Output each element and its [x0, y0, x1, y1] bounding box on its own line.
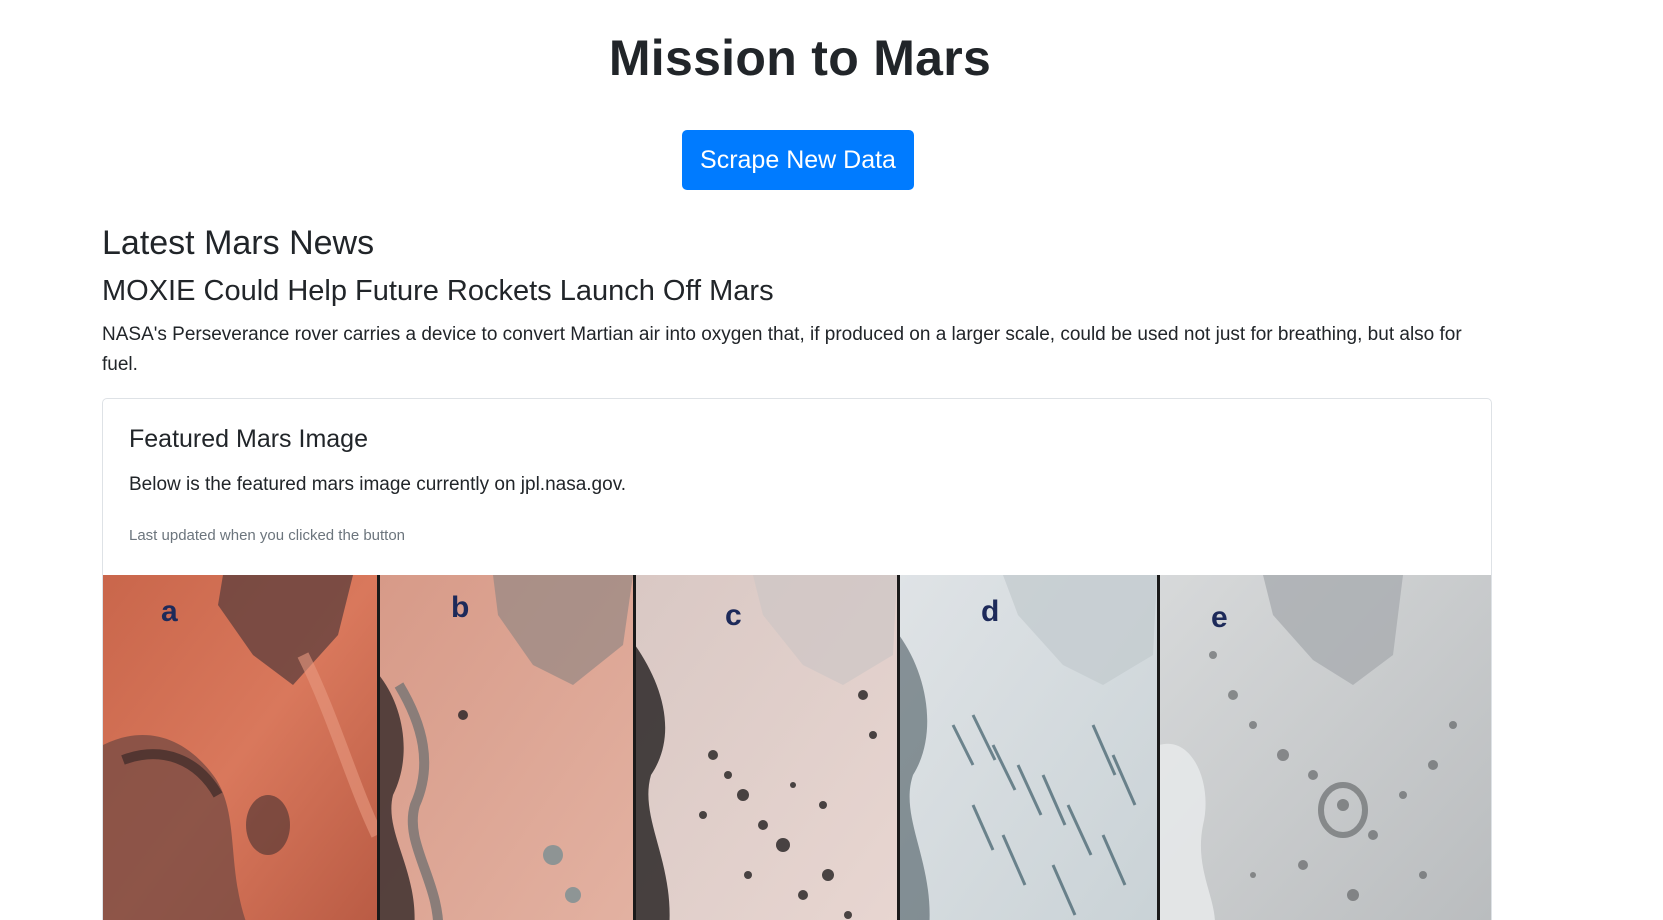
- panel-label-c: c: [725, 599, 742, 632]
- news-title: MOXIE Could Help Future Rockets Launch O…: [102, 275, 774, 307]
- image-panel-e: [1159, 575, 1491, 920]
- featured-image-card-text: Below is the featured mars image current…: [129, 474, 627, 495]
- image-panel-c: [635, 575, 897, 920]
- image-panel-b: [379, 575, 633, 920]
- page-root: Mission to Mars Scrape New Data Latest M…: [0, 0, 1663, 920]
- news-section-heading: Latest Mars News: [102, 224, 375, 262]
- panel-label-b: b: [451, 591, 469, 624]
- panel-label-e: e: [1211, 601, 1228, 634]
- panel-label-a: a: [161, 595, 178, 628]
- image-panel-a: [103, 575, 383, 920]
- featured-image-card-title: Featured Mars Image: [129, 425, 368, 453]
- news-teaser: NASA's Perseverance rover carries a devi…: [102, 324, 1462, 375]
- last-updated-note: Last updated when you clicked the button: [129, 527, 406, 544]
- featured-image-card: Featured Mars Image Below is the feature…: [102, 398, 1492, 920]
- scrape-new-data-button[interactable]: Scrape New Data: [682, 130, 914, 190]
- featured-mars-image: a b c d e: [103, 575, 1491, 920]
- panel-label-d: d: [981, 595, 999, 628]
- image-panel-d: [899, 575, 1157, 920]
- page-title: Mission to Mars: [608, 30, 992, 86]
